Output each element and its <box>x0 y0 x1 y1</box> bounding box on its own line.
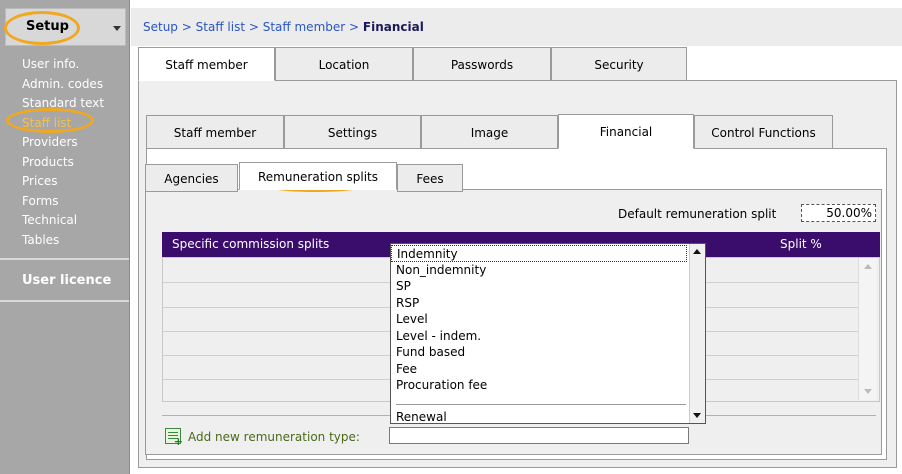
scroll-up-icon[interactable] <box>693 249 701 254</box>
sidebar-item-standard-text[interactable]: Standard text <box>22 94 104 114</box>
sidebar-item-providers[interactable]: Providers <box>22 133 104 153</box>
setup-menu-button[interactable]: Setup <box>5 8 126 46</box>
tab-staff-member-sub[interactable]: Staff member <box>146 115 284 149</box>
add-list-icon[interactable] <box>165 428 183 448</box>
dropdown-option-indemnity[interactable]: Indemnity <box>391 245 687 262</box>
tab-agencies[interactable]: Agencies <box>145 164 238 192</box>
remuneration-type-dropdown[interactable]: Indemnity Non_indemnity SP RSP Level Lev… <box>390 243 706 424</box>
breadcrumb-link-setup[interactable]: Setup <box>143 20 178 34</box>
breadcrumb: Setup > Staff list > Staff member > Fina… <box>143 20 424 34</box>
sidebar-item-admin-codes[interactable]: Admin. codes <box>22 75 104 95</box>
breadcrumb-separator: > <box>248 20 263 34</box>
tab-control-functions[interactable]: Control Functions <box>694 115 833 149</box>
tab-remuneration-splits[interactable]: Remuneration splits <box>239 162 397 190</box>
dropdown-option[interactable]: Level <box>396 311 428 328</box>
scroll-down-icon[interactable] <box>864 389 872 394</box>
dropdown-option[interactable]: Renewal <box>396 409 447 426</box>
tab-location[interactable]: Location <box>275 47 413 81</box>
sidebar-item-prices[interactable]: Prices <box>22 172 104 192</box>
default-split-label: Default remuneration split <box>618 207 777 221</box>
tab-passwords[interactable]: Passwords <box>413 47 551 81</box>
setup-title: Setup <box>26 19 69 34</box>
grid-scrollbar[interactable] <box>858 258 877 400</box>
breadcrumb-separator: > <box>181 20 196 34</box>
tab-fees[interactable]: Fees <box>397 164 463 192</box>
sidebar-item-tables[interactable]: Tables <box>22 231 104 251</box>
tab-image[interactable]: Image <box>421 115 558 149</box>
dropdown-option[interactable]: Fee <box>396 361 417 378</box>
main-content: Setup > Staff list > Staff member > Fina… <box>131 0 902 474</box>
scroll-down-icon[interactable] <box>693 413 701 418</box>
dropdown-option[interactable]: SP <box>396 278 411 295</box>
sidebar-item-user-licence[interactable]: User licence <box>22 273 111 288</box>
sidebar-menu: User info. Admin. codes Standard text St… <box>22 55 104 250</box>
dropdown-option[interactable]: RSP <box>396 295 419 312</box>
breadcrumb-link-staff-member[interactable]: Staff member <box>263 20 345 34</box>
dropdown-option[interactable]: Level - indem. <box>396 328 481 345</box>
breadcrumb-current: Financial <box>362 20 424 34</box>
dropdown-scrollbar[interactable] <box>689 244 705 423</box>
sidebar-item-forms[interactable]: Forms <box>22 192 104 212</box>
dropdown-option[interactable]: Procuration fee <box>396 377 487 394</box>
sidebar-divider <box>0 300 129 302</box>
sidebar-divider <box>0 258 129 260</box>
dropdown-divider <box>396 404 686 405</box>
breadcrumb-separator: > <box>349 20 363 34</box>
tab-financial[interactable]: Financial <box>558 114 694 149</box>
dropdown-option[interactable]: Non_indemnity <box>396 262 486 279</box>
sidebar-item-products[interactable]: Products <box>22 153 104 173</box>
grid-header-commission-splits: Specific commission splits <box>172 237 330 251</box>
chevron-down-icon[interactable] <box>113 26 121 31</box>
add-remuneration-input[interactable] <box>389 427 689 444</box>
breadcrumb-link-staff-list[interactable]: Staff list <box>196 20 245 34</box>
tab-security[interactable]: Security <box>551 47 687 81</box>
sidebar-item-staff-list[interactable]: Staff list <box>22 114 104 134</box>
sidebar: Setup User info. Admin. codes Standard t… <box>0 0 130 474</box>
scroll-up-icon[interactable] <box>864 264 872 269</box>
dropdown-option[interactable]: Fund based <box>396 344 465 361</box>
add-remuneration-label[interactable]: Add new remuneration type: <box>188 430 360 444</box>
grid-header-split-percent: Split % <box>780 237 822 251</box>
default-split-input[interactable]: 50.00% <box>801 204 876 222</box>
tab-staff-member[interactable]: Staff member <box>138 47 275 81</box>
tab-settings[interactable]: Settings <box>284 115 421 149</box>
sidebar-item-technical[interactable]: Technical <box>22 211 104 231</box>
sidebar-item-user-info[interactable]: User info. <box>22 55 104 75</box>
